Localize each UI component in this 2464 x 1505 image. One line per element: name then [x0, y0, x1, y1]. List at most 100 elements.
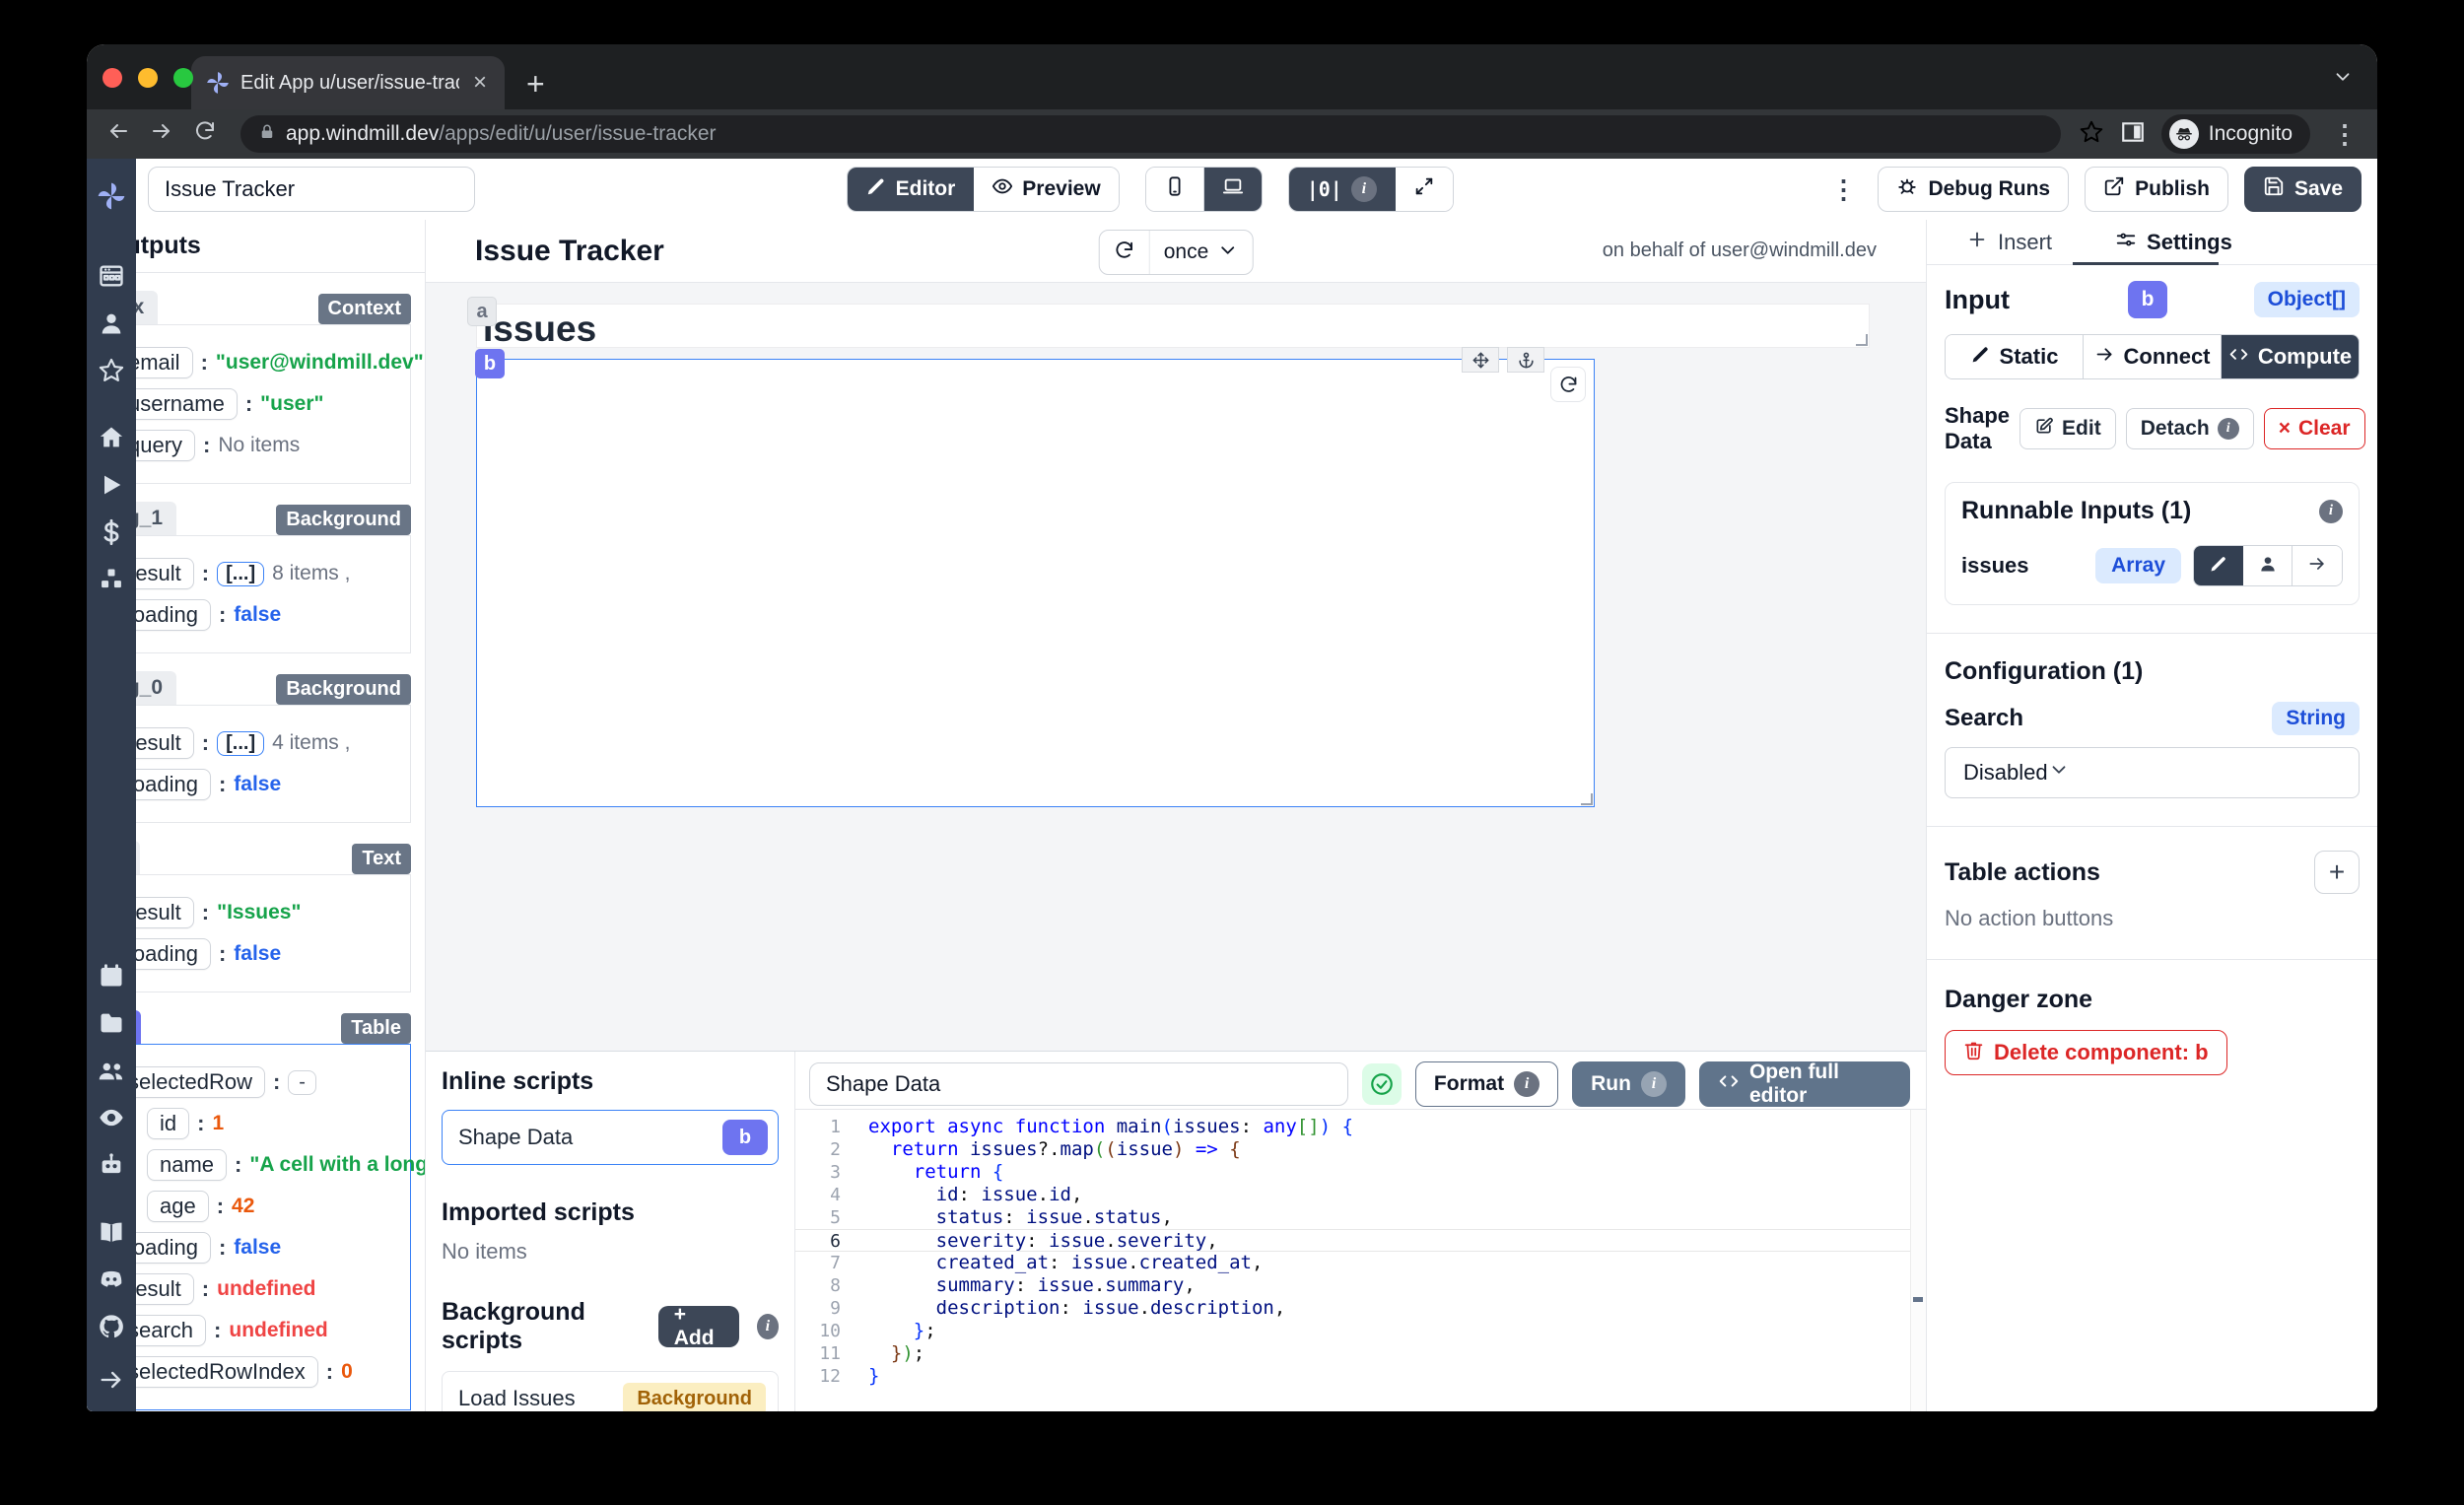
address-bar[interactable]: app.windmill.dev/apps/edit/u/user/issue-… — [240, 115, 2061, 153]
delete-component-button[interactable]: Delete component: b — [1945, 1030, 2227, 1075]
output-key-pill[interactable]: age — [147, 1191, 209, 1222]
user-source-button[interactable] — [2243, 546, 2293, 585]
component-b-tag[interactable]: b — [475, 349, 505, 378]
tab-insert[interactable]: Insert — [1966, 229, 2052, 256]
component-a-tag[interactable]: a — [467, 297, 497, 326]
discord-icon[interactable] — [98, 1266, 125, 1293]
code-line[interactable]: 9 description: issue.description, — [795, 1297, 1926, 1320]
book-icon[interactable] — [98, 1218, 125, 1246]
code-line[interactable]: 4 id: issue.id, — [795, 1184, 1926, 1206]
compute-mode-button[interactable]: Compute — [2222, 335, 2359, 378]
star-icon[interactable] — [98, 357, 125, 384]
play-icon[interactable] — [98, 471, 125, 499]
format-button[interactable]: Formati — [1415, 1061, 1558, 1107]
refresh-app-button[interactable] — [1100, 231, 1150, 274]
fullscreen-button[interactable] — [1396, 168, 1453, 211]
output-key-pill[interactable]: name — [147, 1149, 227, 1181]
code-line[interactable]: 1export async function main(issues: any[… — [795, 1116, 1926, 1138]
tab-close-icon[interactable]: × — [469, 71, 491, 95]
tab-settings[interactable]: Settings — [2115, 229, 2232, 256]
code-line[interactable]: 5 status: issue.status, — [795, 1206, 1926, 1229]
table-component-b[interactable]: b — [476, 359, 1595, 807]
clear-script-button[interactable]: ×Clear — [2264, 408, 2365, 449]
app-canvas[interactable]: a Issues b — [426, 283, 1926, 1051]
inline-script-item[interactable]: Shape Datab — [442, 1110, 779, 1165]
connect-mode-button[interactable]: Connect — [2084, 335, 2222, 378]
github-icon[interactable] — [98, 1313, 125, 1340]
run-button[interactable]: Runi — [1572, 1061, 1685, 1107]
editor-scrollbar[interactable] — [1910, 1110, 1926, 1411]
minimize-window-button[interactable] — [138, 68, 158, 88]
code-line[interactable]: 7 created_at: issue.created_at, — [795, 1252, 1926, 1274]
user-icon[interactable] — [98, 309, 125, 337]
home-icon[interactable] — [98, 424, 125, 451]
open-full-editor-button[interactable]: Open full editor — [1699, 1061, 1910, 1107]
calendar-icon[interactable] — [98, 962, 125, 990]
browser-menu-icon[interactable]: ⋮ — [2326, 119, 2363, 150]
resize-handle[interactable] — [1581, 793, 1593, 805]
code-line[interactable]: 12} — [795, 1365, 1926, 1388]
bookmark-star-icon[interactable] — [2079, 119, 2104, 150]
dollar-icon[interactable] — [98, 518, 125, 546]
connect-source-button[interactable] — [2293, 546, 2342, 585]
code-line[interactable]: 8 summary: issue.summary, — [795, 1274, 1926, 1297]
code-editor[interactable]: 1export async function main(issues: any[… — [795, 1109, 1926, 1411]
preview-tab[interactable]: Preview — [974, 168, 1118, 211]
code-line[interactable]: 3 return { — [795, 1161, 1926, 1184]
publish-button[interactable]: Publish — [2085, 167, 2228, 212]
component-refresh-button[interactable] — [1550, 367, 1586, 402]
static-source-button[interactable] — [2194, 546, 2243, 585]
background-script-item[interactable]: Load IssuesBackground — [442, 1371, 779, 1411]
close-window-button[interactable] — [103, 68, 122, 88]
trash-icon — [1963, 1040, 1984, 1066]
code-line[interactable]: 11 }); — [795, 1342, 1926, 1365]
debug-runs-button[interactable]: Debug Runs — [1878, 167, 2069, 212]
robot-icon[interactable] — [98, 1151, 125, 1179]
search-mode-select[interactable]: Disabled — [1945, 747, 2360, 798]
windmill-logo-icon[interactable] — [96, 180, 127, 217]
editor-tab[interactable]: Editor — [848, 168, 975, 211]
side-panel-icon[interactable] — [2120, 119, 2146, 150]
resize-handle[interactable] — [1856, 334, 1868, 346]
bounds-toggle-button[interactable]: |0|i — [1289, 168, 1396, 211]
code-line[interactable]: 2 return issues?.map((issue) => { — [795, 1138, 1926, 1161]
back-button[interactable] — [101, 119, 136, 150]
output-block-body: email:"user@windmill.dev"username:"user"… — [101, 324, 411, 484]
output-key-pill[interactable]: id — [147, 1108, 189, 1139]
desktop-view-button[interactable] — [1204, 168, 1262, 211]
output-key-pill[interactable]: selectedRow — [115, 1066, 265, 1098]
browser-tab[interactable]: Edit App u/user/issue-tracker | × — [191, 56, 505, 109]
script-name-input[interactable] — [809, 1062, 1348, 1106]
app-window-icon[interactable] — [98, 262, 125, 290]
text-component-a[interactable]: a Issues — [476, 304, 1870, 348]
code-line[interactable]: 6 severity: issue.severity, — [795, 1229, 1926, 1252]
move-icon[interactable] — [1462, 347, 1499, 373]
edit-script-button[interactable]: Edit — [2019, 408, 2116, 449]
refresh-mode-dropdown[interactable]: once — [1150, 231, 1253, 274]
users-icon[interactable] — [98, 1057, 125, 1084]
eye-icon[interactable] — [98, 1104, 125, 1131]
app-menu-icon[interactable]: ⋮ — [1824, 174, 1862, 205]
array-expand-pill[interactable]: [...] — [217, 731, 264, 756]
static-mode-button[interactable]: Static — [1946, 335, 2084, 378]
save-button[interactable]: Save — [2244, 167, 2361, 212]
forward-button[interactable] — [144, 119, 179, 150]
new-tab-button[interactable]: + — [526, 68, 545, 100]
maximize-window-button[interactable] — [173, 68, 193, 88]
folder-icon[interactable] — [98, 1009, 125, 1037]
cubes-icon[interactable] — [98, 566, 125, 593]
collapse-pill[interactable]: - — [288, 1070, 316, 1095]
add-background-script-button[interactable]: + Add — [658, 1306, 739, 1347]
output-key-pill[interactable]: selectedRowIndex — [115, 1356, 318, 1388]
reload-button[interactable] — [187, 119, 223, 150]
detach-script-button[interactable]: Detachi — [2126, 408, 2254, 449]
mobile-view-button[interactable] — [1146, 168, 1204, 211]
arrow-right-icon[interactable] — [98, 1366, 125, 1394]
anchor-icon[interactable] — [1507, 347, 1544, 373]
app-name-input[interactable] — [148, 167, 475, 212]
array-expand-pill[interactable]: [...] — [217, 562, 264, 586]
add-table-action-button[interactable]: + — [2314, 851, 2360, 894]
tab-search-chevron-icon[interactable] — [2332, 66, 2354, 93]
code-line[interactable]: 10 }; — [795, 1320, 1926, 1342]
code-editor-panel: Formati Runi Open full editor 1export as… — [795, 1052, 1926, 1411]
